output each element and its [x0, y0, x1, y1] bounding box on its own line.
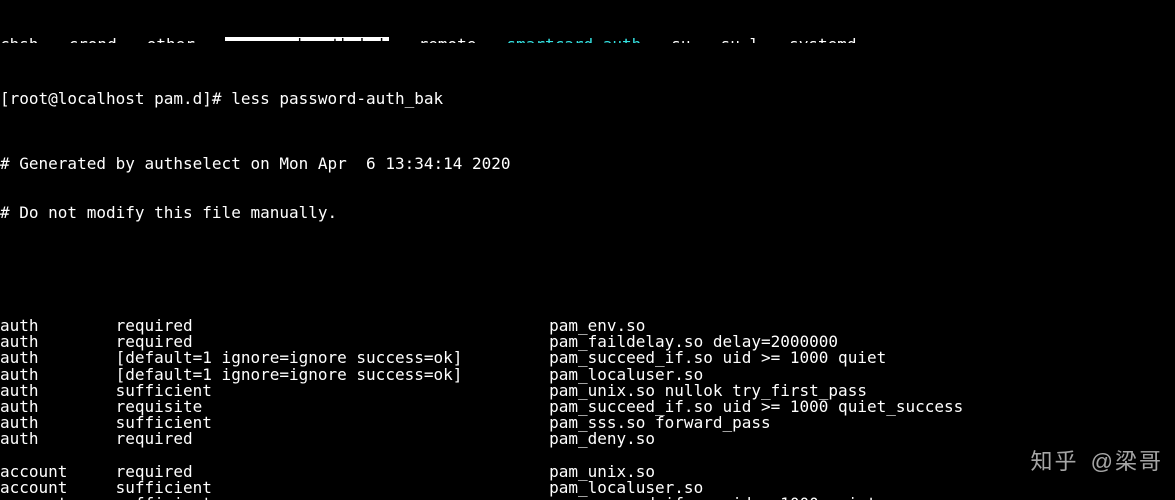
- shell-prompt-line: [root@localhost pam.d]# less password-au…: [0, 91, 1175, 107]
- ls-entry: smartcard-auth: [506, 37, 641, 41]
- file-comment: # Do not modify this file manually.: [0, 205, 1175, 221]
- ls-entry: systemd: [789, 37, 856, 41]
- ls-entry: crond: [69, 37, 117, 41]
- ls-entry: password-auth_bak: [225, 37, 389, 41]
- shell-command: less password-auth_bak: [231, 89, 443, 108]
- terminal-output[interactable]: chsh crond other password-auth_bak remote sma…: [0, 0, 1175, 500]
- ls-entry: su-l: [721, 37, 760, 41]
- ls-entry: su: [671, 37, 690, 41]
- pam-rule-line: auth required pam_deny.so: [0, 431, 1175, 447]
- ls-entry: remote: [419, 37, 477, 41]
- file-comment: # Generated by authselect on Mon Apr 6 1…: [0, 156, 1175, 172]
- ls-entry: chsh: [0, 37, 39, 41]
- pam-rule-line: account sufficient pam_succeed_if.so uid…: [0, 496, 1175, 500]
- ls-entry: other: [147, 37, 195, 41]
- shell-prompt: [root@localhost pam.d]#: [0, 89, 231, 108]
- blank-line: [0, 253, 1175, 269]
- ls-listing-row: chsh crond other password-auth_bak remote sma…: [0, 37, 1175, 43]
- pam-rule-block: auth required pam_env.soauth required pa…: [0, 318, 1175, 500]
